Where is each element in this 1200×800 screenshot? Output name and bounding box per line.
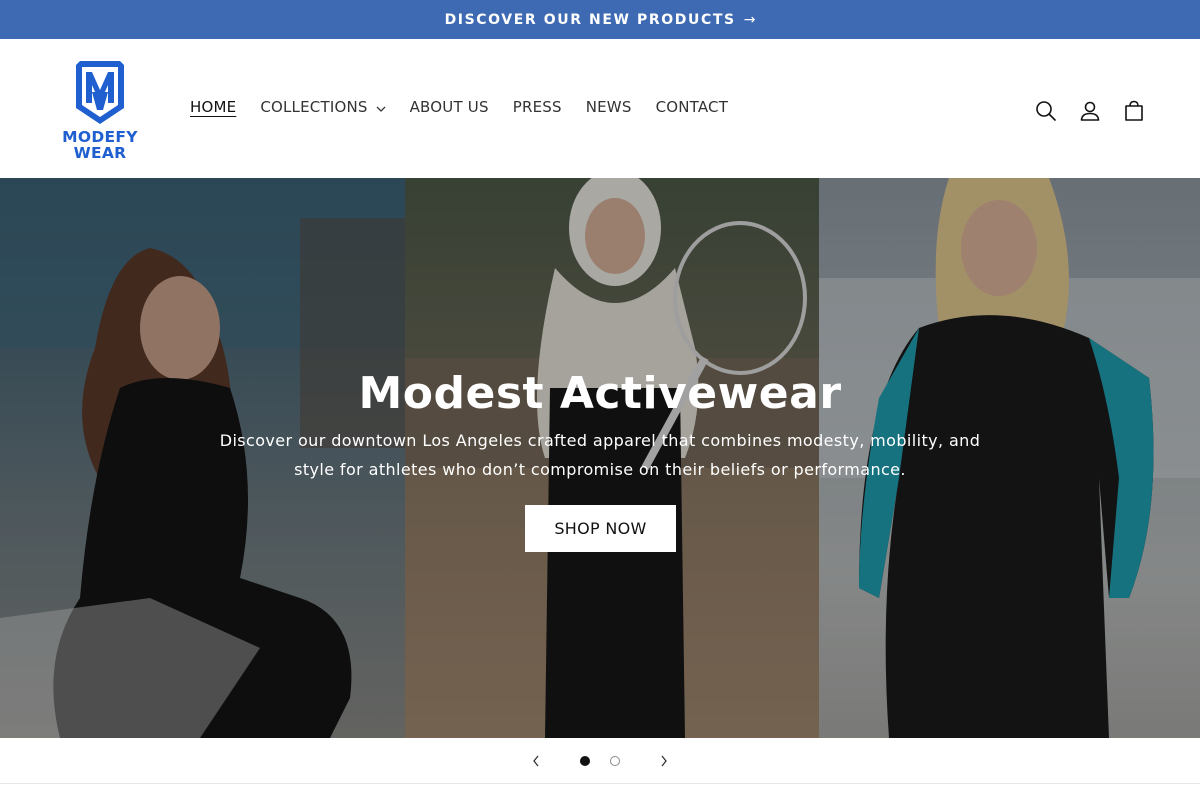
nav-collections[interactable]: COLLECTIONS [248,94,397,120]
site-header: MODEFY WEAR HOME COLLECTIONS ABOUT US PR… [0,39,1200,178]
account-icon [1080,101,1100,121]
hero-title: Modest Activewear [358,368,842,419]
slide-dot-1[interactable] [580,756,590,766]
shop-now-button[interactable]: SHOP NOW [525,505,676,552]
announcement-text: DISCOVER OUR NEW PRODUCTS [444,11,736,28]
hero-subtitle: Discover our downtown Los Angeles crafte… [219,431,981,479]
brand-name-line2: WEAR [73,144,127,162]
chevron-down-icon [376,106,386,112]
nav-news-label: NEWS [585,98,632,116]
account-button[interactable] [1068,89,1112,133]
nav-news[interactable]: NEWS [574,94,644,120]
arrow-right-icon: → [743,11,756,28]
brand-name-line1: MODEFY [62,128,138,146]
header-icons [1024,89,1156,133]
hero-content: Modest Activewear Discover our downtown … [0,178,1200,738]
brand-logo[interactable]: MODEFY WEAR [55,58,145,162]
slide-dot-2[interactable] [610,756,620,766]
hero-banner: Modest Activewear Discover our downtown … [0,178,1200,738]
search-button[interactable] [1024,89,1068,133]
cart-icon [1125,100,1143,121]
chevron-right-icon [661,755,667,767]
announcement-bar[interactable]: DISCOVER OUR NEW PRODUCTS → [0,0,1200,39]
nav-about[interactable]: ABOUT US [398,94,501,120]
slide-previous-button[interactable] [524,749,548,773]
cart-button[interactable] [1112,89,1156,133]
nav-collections-label: COLLECTIONS [260,98,368,116]
nav-contact[interactable]: CONTACT [644,94,741,120]
nav-press[interactable]: PRESS [501,94,574,120]
main-nav: HOME COLLECTIONS ABOUT US PRESS NEWS CON… [178,94,740,120]
slider-controls [0,738,1200,784]
nav-home-label: HOME [190,98,237,116]
nav-contact-label: CONTACT [655,98,729,116]
nav-press-label: PRESS [512,98,562,116]
nav-about-label: ABOUT US [409,98,489,116]
chevron-left-icon [533,755,539,767]
nav-home[interactable]: HOME [178,94,248,120]
slide-next-button[interactable] [652,749,676,773]
logo-mark-icon [76,61,124,124]
search-icon [1036,101,1056,121]
